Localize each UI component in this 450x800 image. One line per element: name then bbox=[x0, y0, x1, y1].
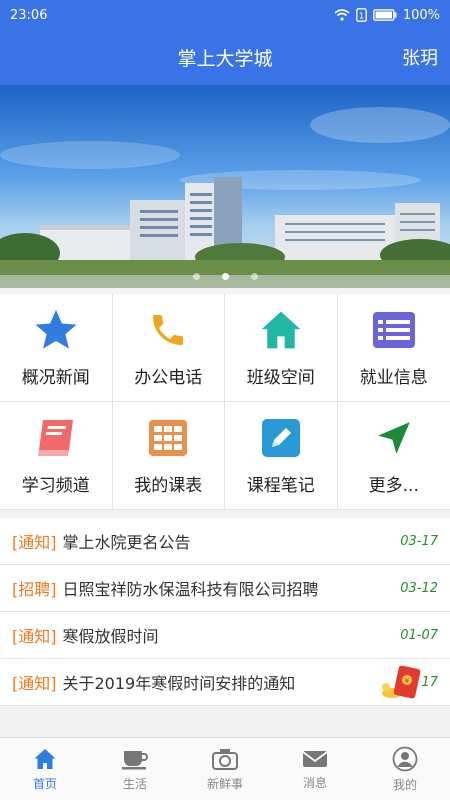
wifi-icon bbox=[334, 9, 350, 21]
news-date: 03-12 bbox=[400, 580, 438, 596]
svg-text:1: 1 bbox=[359, 12, 364, 21]
news-date: 01-07 bbox=[400, 627, 438, 643]
phone-icon bbox=[145, 307, 191, 353]
tab-label: 首页 bbox=[32, 776, 57, 791]
grid-item-phone[interactable]: 办公电话 bbox=[112, 294, 225, 402]
grid-item-label: 课程笔记 bbox=[246, 476, 315, 496]
news-title: 掌上水院更名公告 bbox=[62, 533, 191, 552]
tab-label: 我的 bbox=[392, 777, 417, 792]
user-icon bbox=[392, 746, 418, 771]
red-packet-icon[interactable]: ¥ bbox=[380, 663, 424, 701]
house-icon bbox=[258, 307, 304, 353]
news-tag: [通知] bbox=[12, 674, 57, 693]
svg-text:¥: ¥ bbox=[405, 677, 410, 685]
app-header: 23:06 1 100% 掌上大学城 张玥 bbox=[0, 0, 450, 85]
news-list: [通知] 掌上水院更名公告 03-17 [招聘] 日照宝祥防水保温科技有限公司招… bbox=[0, 518, 450, 706]
grid-item-jobs[interactable]: 就业信息 bbox=[337, 294, 450, 402]
status-bar: 23:06 1 100% bbox=[0, 0, 450, 30]
news-item[interactable]: [通知] 掌上水院更名公告 03-17 bbox=[0, 518, 450, 565]
news-title: 寒假放假时间 bbox=[62, 627, 159, 646]
tab-label: 新鲜事 bbox=[206, 776, 243, 791]
battery-level: 100% bbox=[402, 7, 440, 23]
grid-item-timetable[interactable]: 我的课表 bbox=[112, 402, 225, 510]
news-date: 03-17 bbox=[400, 533, 438, 549]
pager-dot[interactable] bbox=[250, 273, 258, 280]
coffee-cup-icon bbox=[122, 750, 148, 769]
book-icon bbox=[33, 415, 79, 461]
tab-mine[interactable]: 我的 bbox=[360, 738, 450, 800]
grid-item-label: 办公电话 bbox=[134, 368, 203, 388]
grid-item-notes[interactable]: 课程笔记 bbox=[225, 402, 338, 510]
battery-icon bbox=[372, 9, 397, 21]
timetable-icon bbox=[145, 415, 191, 461]
tab-home[interactable]: 首页 bbox=[0, 738, 90, 800]
grid-item-more[interactable]: 更多... bbox=[337, 402, 450, 510]
tab-label: 生活 bbox=[122, 776, 147, 791]
grid-item-label: 更多... bbox=[368, 476, 419, 496]
news-tag: [通知] bbox=[12, 627, 57, 646]
grid-item-news[interactable]: 概况新闻 bbox=[0, 294, 113, 402]
tab-life[interactable]: 生活 bbox=[90, 738, 180, 800]
news-tag: [通知] bbox=[12, 533, 57, 552]
news-title: 关于2019年寒假时间安排的通知 bbox=[62, 674, 296, 693]
envelope-icon bbox=[302, 750, 328, 767]
function-grid: 概况新闻 办公电话 班级空间 就业信息 学习频道 我的课表 课程笔记 更多... bbox=[0, 294, 450, 510]
bottom-tab-bar: 首页 生活 新鲜事 消息 我的 bbox=[0, 737, 450, 800]
pager-dot[interactable] bbox=[192, 273, 200, 280]
list-card-icon bbox=[371, 307, 417, 353]
grid-item-class-space[interactable]: 班级空间 bbox=[225, 294, 338, 402]
news-title: 日照宝祥防水保温科技有限公司招聘 bbox=[62, 580, 319, 599]
grid-item-label: 学习频道 bbox=[21, 476, 90, 496]
pager-dot-active[interactable] bbox=[221, 273, 229, 280]
grid-item-label: 我的课表 bbox=[134, 476, 203, 496]
tab-label: 消息 bbox=[302, 775, 327, 790]
tab-fresh[interactable]: 新鲜事 bbox=[180, 738, 270, 800]
app-title: 掌上大学城 bbox=[177, 48, 273, 70]
banner-pager[interactable] bbox=[0, 273, 450, 280]
grid-item-label: 班级空间 bbox=[246, 368, 315, 388]
user-name[interactable]: 张玥 bbox=[402, 44, 438, 70]
camera-icon bbox=[212, 748, 238, 770]
campus-photo bbox=[0, 107, 450, 288]
status-indicators: 1 100% bbox=[334, 8, 440, 23]
campus-banner[interactable] bbox=[0, 85, 450, 288]
title-bar: 掌上大学城 张玥 bbox=[0, 30, 450, 85]
star-icon bbox=[33, 307, 79, 353]
tab-messages[interactable]: 消息 bbox=[270, 738, 360, 800]
news-item[interactable]: [通知] 寒假放假时间 01-07 bbox=[0, 612, 450, 659]
grid-item-label: 概况新闻 bbox=[21, 368, 90, 388]
grid-item-study[interactable]: 学习频道 bbox=[0, 402, 113, 510]
pencil-icon bbox=[258, 415, 304, 461]
news-item[interactable]: [招聘] 日照宝祥防水保温科技有限公司招聘 03-12 bbox=[0, 565, 450, 612]
sim-icon: 1 bbox=[355, 8, 367, 22]
news-item[interactable]: [通知] 关于2019年寒假时间安排的通知 17 ¥ bbox=[0, 659, 450, 706]
navigation-arrow-icon bbox=[371, 415, 417, 461]
home-icon bbox=[34, 748, 56, 769]
status-time: 23:06 bbox=[10, 7, 48, 23]
grid-item-label: 就业信息 bbox=[359, 368, 428, 388]
news-tag: [招聘] bbox=[12, 580, 57, 599]
